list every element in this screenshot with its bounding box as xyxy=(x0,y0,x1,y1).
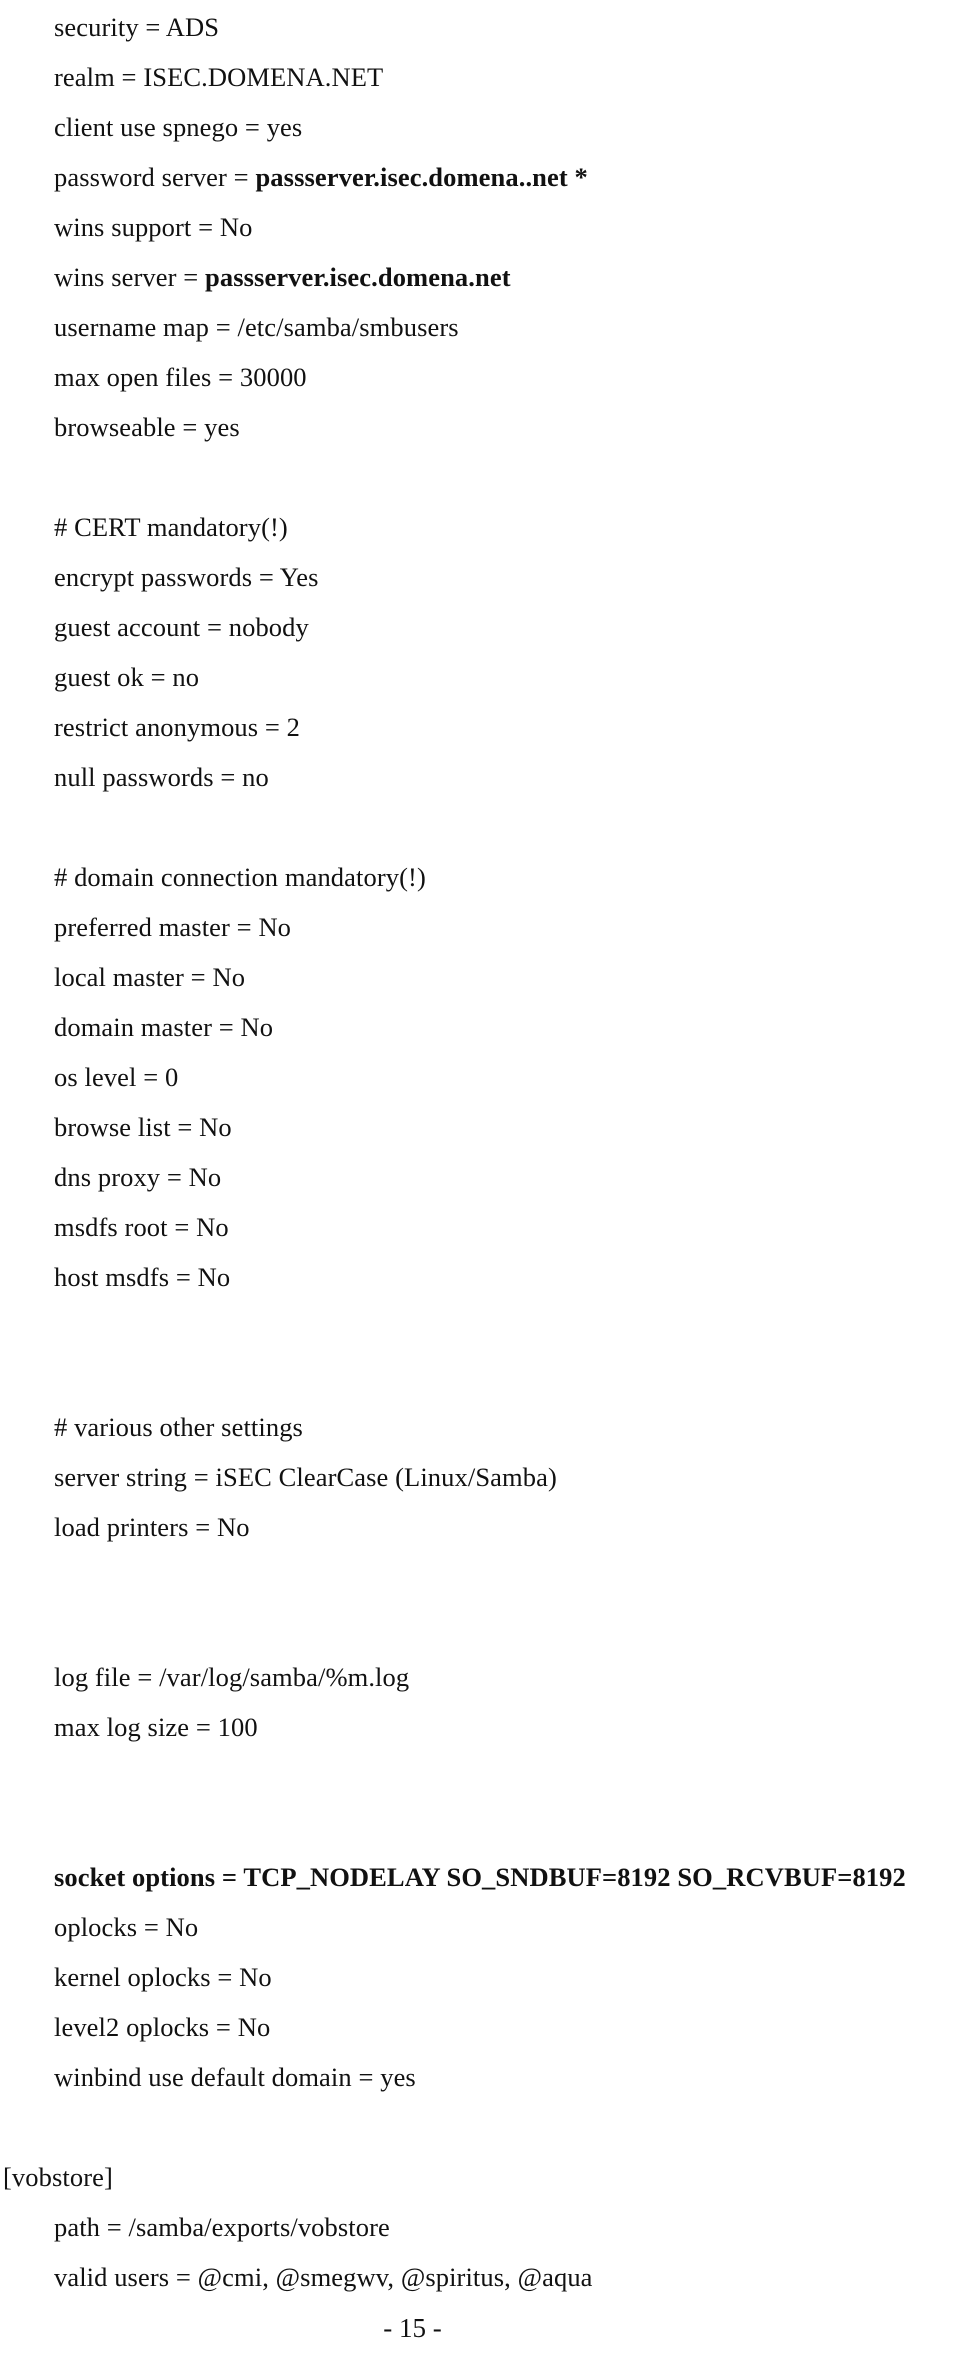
page-number: - 15 - xyxy=(383,2313,442,2343)
config-line-text: oplocks = No xyxy=(54,1912,199,1942)
config-line-text: guest account = nobody xyxy=(54,612,309,642)
config-line-emphasis: passserver.isec.domena..net * xyxy=(255,162,588,192)
config-line-text: msdfs root = No xyxy=(54,1212,229,1242)
config-line: host msdfs = No xyxy=(0,1252,960,1302)
config-line: kernel oplocks = No xyxy=(0,1952,960,2002)
config-line-text: kernel oplocks = No xyxy=(54,1962,272,1992)
config-line-text: winbind use default domain = yes xyxy=(54,2062,416,2092)
config-line: guest account = nobody xyxy=(0,602,960,652)
config-line: # various other settings xyxy=(0,1402,960,1452)
config-line: msdfs root = No xyxy=(0,1202,960,1252)
config-blank-line xyxy=(0,1802,960,1852)
config-line: encrypt passwords = Yes xyxy=(0,552,960,602)
config-blank-line xyxy=(0,1552,960,1602)
config-line-text: password server = xyxy=(54,162,256,192)
config-line: username map = /etc/samba/smbusers xyxy=(0,302,960,352)
config-blank-line xyxy=(0,1352,960,1402)
config-line-text: os level = 0 xyxy=(54,1062,179,1092)
config-line-text: [vobstore] xyxy=(3,2162,113,2192)
config-blank-line xyxy=(0,1752,960,1802)
config-line: socket options = TCP_NODELAY SO_SNDBUF=8… xyxy=(0,1852,960,1902)
config-line: wins server = passserver.isec.domena.net xyxy=(0,252,960,302)
config-line-text: # various other settings xyxy=(54,1412,303,1442)
config-line: restrict anonymous = 2 xyxy=(0,702,960,752)
config-line-text: username map = /etc/samba/smbusers xyxy=(54,312,459,342)
config-line-text: dns proxy = No xyxy=(54,1162,222,1192)
config-line-text: path = /samba/exports/vobstore xyxy=(54,2212,390,2242)
config-line: client use spnego = yes xyxy=(0,102,960,152)
config-line: max log size = 100 xyxy=(0,1702,960,1752)
config-line-text: preferred master = No xyxy=(54,912,292,942)
config-blank-line xyxy=(0,1302,960,1352)
config-line: password server = passserver.isec.domena… xyxy=(0,152,960,202)
config-line: load printers = No xyxy=(0,1502,960,1552)
config-line-text: max open files = 30000 xyxy=(54,362,307,392)
config-line-text: domain master = No xyxy=(54,1012,274,1042)
config-line-text: valid users = @cmi, @smegwv, @spiritus, … xyxy=(54,2262,593,2292)
config-blank-line xyxy=(0,1602,960,1652)
config-blank-line xyxy=(0,452,960,502)
config-line: server string = iSEC ClearCase (Linux/Sa… xyxy=(0,1452,960,1502)
config-line-text: wins server = xyxy=(54,262,206,292)
samba-config-listing: security = ADS realm = ISEC.DOMENA.NET cli… xyxy=(0,0,960,2302)
config-line-text: security = ADS xyxy=(54,12,220,42)
config-line-text: restrict anonymous = 2 xyxy=(54,712,301,742)
config-line: log file = /var/log/samba/%m.log xyxy=(0,1652,960,1702)
config-blank-line xyxy=(0,2102,960,2152)
config-line: oplocks = No xyxy=(0,1902,960,1952)
config-line: dns proxy = No xyxy=(0,1152,960,1202)
config-line-text: host msdfs = No xyxy=(54,1262,231,1292)
config-line: local master = No xyxy=(0,952,960,1002)
config-line-text: null passwords = no xyxy=(54,762,269,792)
config-line-text: encrypt passwords = Yes xyxy=(54,562,319,592)
config-line: level2 oplocks = No xyxy=(0,2002,960,2052)
config-line: browseable = yes xyxy=(0,402,960,452)
config-line-text: local master = No xyxy=(54,962,246,992)
config-line: domain master = No xyxy=(0,1002,960,1052)
config-line-text: # CERT mandatory(!) xyxy=(54,512,288,542)
config-line: security = ADS xyxy=(0,2,960,52)
config-line: winbind use default domain = yes xyxy=(0,2052,960,2102)
config-line-text: # domain connection mandatory(!) xyxy=(54,862,426,892)
config-line-emphasis: passserver.isec.domena.net xyxy=(205,262,511,292)
config-line: realm = ISEC.DOMENA.NET xyxy=(0,52,960,102)
config-line: wins support = No xyxy=(0,202,960,252)
config-line: max open files = 30000 xyxy=(0,352,960,402)
config-line-text: level2 oplocks = No xyxy=(54,2012,271,2042)
config-blank-line xyxy=(0,802,960,852)
config-line-text: max log size = 100 xyxy=(54,1712,258,1742)
config-line-text: realm = ISEC.DOMENA.NET xyxy=(54,62,384,92)
config-line: preferred master = No xyxy=(0,902,960,952)
config-line-text: guest ok = no xyxy=(54,662,200,692)
config-line: valid users = @cmi, @smegwv, @spiritus, … xyxy=(0,2252,960,2302)
config-line-text: browseable = yes xyxy=(54,412,240,442)
config-line-text: wins support = No xyxy=(54,212,253,242)
config-line-text: server string = iSEC ClearCase (Linux/Sa… xyxy=(54,1462,557,1492)
config-line: null passwords = no xyxy=(0,752,960,802)
config-line-text: browse list = No xyxy=(54,1112,232,1142)
config-line: # domain connection mandatory(!) xyxy=(0,852,960,902)
config-line-text: client use spnego = yes xyxy=(54,112,303,142)
config-line: [vobstore] xyxy=(0,2152,960,2202)
config-line: path = /samba/exports/vobstore xyxy=(0,2202,960,2252)
config-line-text: load printers = No xyxy=(54,1512,250,1542)
config-line: # CERT mandatory(!) xyxy=(0,502,960,552)
config-line-text: log file = /var/log/samba/%m.log xyxy=(54,1662,410,1692)
config-line: guest ok = no xyxy=(0,652,960,702)
config-line: os level = 0 xyxy=(0,1052,960,1102)
document-page: security = ADS realm = ISEC.DOMENA.NET cli… xyxy=(0,0,960,2361)
config-line: browse list = No xyxy=(0,1102,960,1152)
config-line-emphasis: socket options = TCP_NODELAY SO_SNDBUF=8… xyxy=(54,1862,906,1892)
